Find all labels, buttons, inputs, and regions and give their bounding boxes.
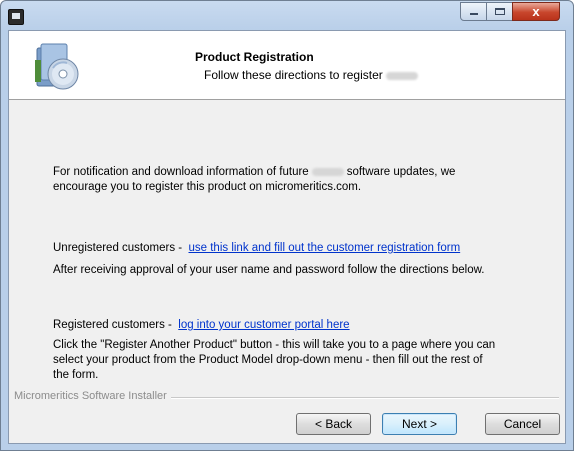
registered-note-3: the form. — [53, 369, 99, 381]
intro-text: For notification and download informatio… — [53, 165, 455, 195]
title-bar: x — [1, 1, 573, 31]
registered-note-1: Click the "Register Another Product" but… — [53, 339, 496, 351]
back-button[interactable]: < Back — [296, 413, 371, 435]
header-title: Product Registration — [195, 50, 314, 64]
installer-window: x Product Registration Follow these dire… — [0, 0, 574, 451]
unregistered-label: Unregistered customers - — [53, 242, 183, 254]
installer-label: Micromeritics Software Installer — [14, 390, 171, 402]
header-subtitle: Follow these directions to register — [204, 68, 421, 82]
unregistered-row: Unregistered customers - use this link a… — [53, 241, 460, 256]
minimize-icon — [470, 13, 478, 15]
minimize-button[interactable] — [460, 2, 487, 21]
close-button[interactable]: x — [512, 2, 560, 21]
installer-disc-icon — [35, 43, 79, 90]
intro-suffix: software updates, we — [346, 166, 456, 178]
wizard-header: Product Registration Follow these direct… — [9, 31, 565, 100]
next-button[interactable]: Next > — [382, 413, 457, 435]
registered-label: Registered customers - — [53, 319, 172, 331]
customer-portal-link[interactable]: log into your customer portal here — [178, 319, 349, 331]
registration-form-link[interactable]: use this link and fill out the customer … — [189, 242, 461, 254]
redacted-product-name — [385, 71, 418, 80]
unregistered-note: After receiving approval of your user na… — [53, 264, 485, 276]
intro-prefix: For notification and download informatio… — [53, 166, 309, 178]
close-icon: x — [532, 4, 540, 19]
redacted-product-name-2 — [311, 167, 344, 176]
header-subtitle-text: Follow these directions to register — [204, 68, 383, 82]
maximize-button[interactable] — [486, 2, 513, 21]
registered-instructions: Click the "Register Another Product" but… — [53, 338, 495, 383]
app-icon[interactable] — [8, 9, 24, 25]
registered-note-2: select your product from the Product Mod… — [53, 354, 483, 366]
registered-row: Registered customers - log into your cus… — [53, 318, 350, 333]
maximize-icon — [495, 8, 505, 15]
intro-line-2: encourage you to register this product o… — [53, 181, 362, 193]
wizard-content: For notification and download informatio… — [9, 100, 565, 445]
wizard-client: Product Registration Follow these direct… — [8, 30, 566, 444]
cancel-button[interactable]: Cancel — [485, 413, 560, 435]
